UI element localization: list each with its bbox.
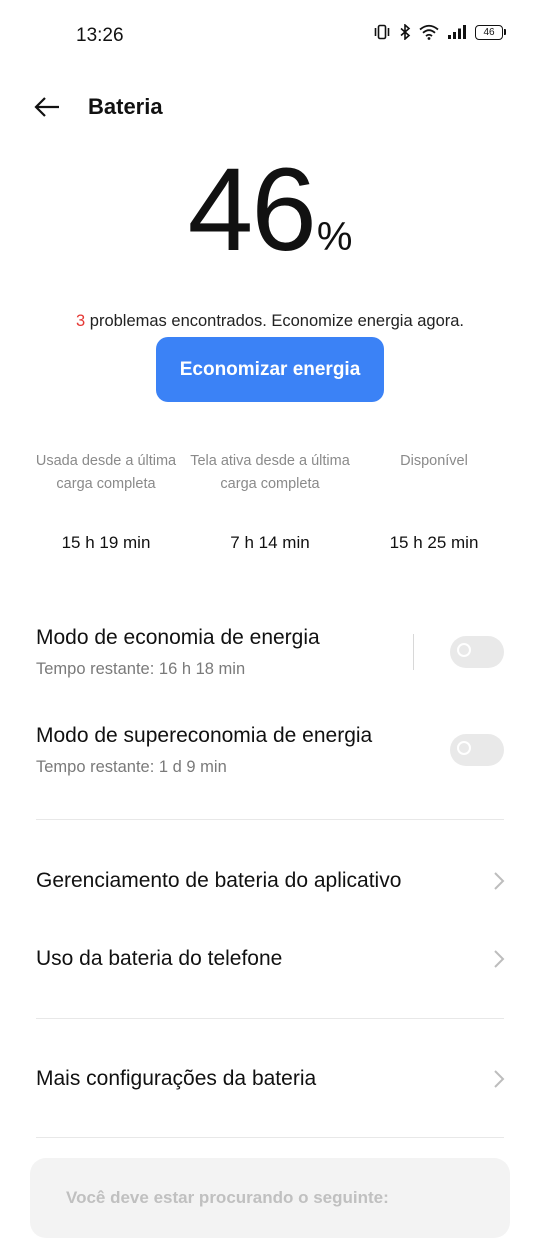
super-power-saving-toggle[interactable] [450,734,504,766]
divider [36,819,504,820]
suggestion-text: Você deve estar procurando o seguinte: [66,1188,389,1207]
app-battery-management-item[interactable]: Gerenciamento de bateria do aplicativo [36,861,506,901]
stat-used-since-charge: Usada desde a última carga completa 15 h… [24,450,188,553]
status-icons: 46 [373,24,506,40]
divider [36,1137,504,1138]
vibrate-icon [373,24,391,40]
stat-value: 15 h 25 min [389,533,479,552]
stat-label: Tela ativa desde a última carga completa [190,453,350,492]
super-power-saving-subtitle: Tempo restante: 1 d 9 min [36,758,227,776]
super-power-saving-mode-row[interactable]: Modo de supereconomia de energia Tempo r… [36,724,506,777]
power-saving-mode-row[interactable]: Modo de economia de energia Tempo restan… [36,626,506,679]
battery-level: 46 [475,24,503,40]
chevron-right-icon [494,950,505,968]
status-time: 13:26 [76,25,124,46]
divider [36,1018,504,1019]
bluetooth-icon [399,24,411,40]
problems-count: 3 [76,312,86,330]
battery-icon: 46 [475,24,506,40]
signal-icon [447,24,467,40]
app-battery-management-label: Gerenciamento de bateria do aplicativo [36,869,402,892]
stat-screen-on-since-charge: Tela ativa desde a última carga completa… [188,450,352,553]
arrow-left-icon[interactable] [32,92,62,122]
more-battery-settings-item[interactable]: Mais configurações da bateria [36,1059,506,1099]
separator [413,634,414,670]
battery-percent-value: 46 [187,144,317,276]
problems-message: 3 problemas encontrados. Economize energ… [0,312,540,331]
battery-stats: Usada desde a última carga completa 15 h… [24,450,516,553]
stat-value: 7 h 14 min [230,533,310,552]
stat-label: Disponível [400,453,468,469]
stat-label: Usada desde a última carga completa [35,453,177,492]
power-saving-toggle[interactable] [450,636,504,668]
stat-available: Disponível 15 h 25 min [352,450,516,553]
chevron-right-icon [494,872,505,890]
super-power-saving-title: Modo de supereconomia de energia [36,724,373,747]
more-battery-settings-label: Mais configurações da bateria [36,1067,317,1090]
phone-battery-usage-item[interactable]: Uso da bateria do telefone [36,939,506,979]
suggestion-card: Você deve estar procurando o seguinte: [30,1158,510,1238]
chevron-right-icon [494,1070,505,1088]
wifi-icon [419,24,439,40]
power-saving-title: Modo de economia de energia [36,626,320,649]
header: Bateria [0,86,540,126]
power-saving-subtitle: Tempo restante: 16 h 18 min [36,660,246,678]
battery-percentage: 46% [0,140,540,280]
problems-text: problemas encontrados. Economize energia… [85,312,464,330]
save-energy-button[interactable]: Economizar energia [156,337,384,402]
status-bar: 13:26 46 [0,0,540,72]
battery-percent-sign: % [316,215,353,259]
phone-battery-usage-label: Uso da bateria do telefone [36,947,283,970]
page-title: Bateria [88,94,163,119]
stat-value: 15 h 19 min [61,533,151,552]
